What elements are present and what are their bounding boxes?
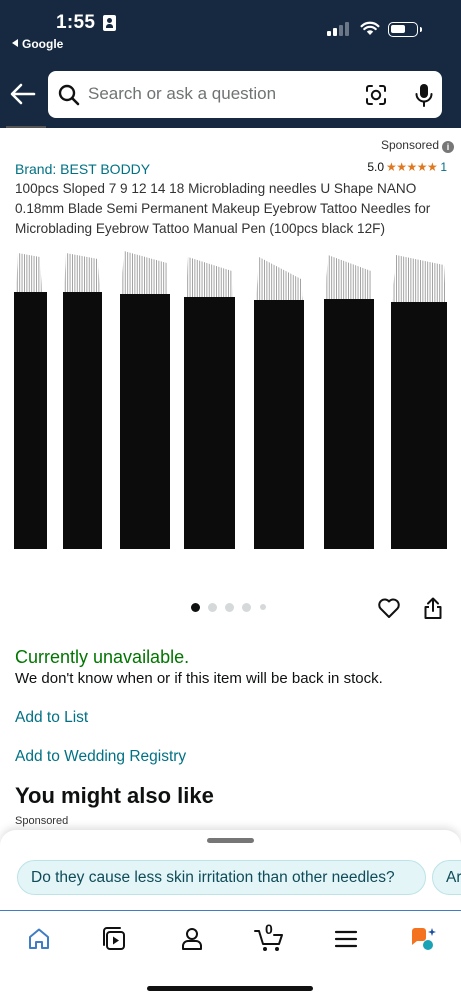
needle-1 bbox=[14, 253, 47, 549]
section-heading: You might also like bbox=[15, 783, 214, 808]
search-bar[interactable]: Search or ask a question bbox=[48, 71, 442, 118]
rating-value: 5.0 bbox=[367, 160, 385, 174]
needle-6 bbox=[324, 255, 374, 549]
add-to-registry-link[interactable]: Add to Wedding Registry bbox=[15, 748, 186, 766]
camera-lens-icon[interactable] bbox=[364, 83, 388, 107]
suggestion-chip[interactable]: Are bbox=[432, 860, 461, 895]
needle-2 bbox=[63, 253, 102, 549]
carousel-dot[interactable] bbox=[260, 604, 266, 610]
share-icon[interactable] bbox=[422, 596, 444, 620]
focus-id-icon bbox=[103, 15, 116, 31]
wifi-icon bbox=[360, 21, 380, 35]
carousel-dot[interactable] bbox=[191, 603, 200, 612]
search-icon bbox=[58, 84, 80, 106]
rufus-icon[interactable] bbox=[408, 925, 436, 953]
account-icon[interactable] bbox=[178, 925, 206, 953]
amazon-product-page: 1:55 Google Search or ask a question Spo… bbox=[0, 0, 461, 1000]
menu-icon[interactable] bbox=[332, 925, 360, 953]
product-image[interactable] bbox=[0, 245, 461, 560]
video-icon[interactable] bbox=[101, 925, 129, 953]
needle-7 bbox=[391, 255, 447, 549]
cellular-signal-icon bbox=[327, 22, 353, 36]
clipped-text-remnant bbox=[0, 126, 60, 132]
suggestion-chip[interactable]: Do they cause less skin irritation than … bbox=[17, 860, 426, 895]
back-to-app-link[interactable]: Google bbox=[12, 37, 63, 51]
info-icon[interactable]: i bbox=[442, 141, 454, 153]
heart-icon[interactable] bbox=[377, 597, 401, 619]
home-indicator[interactable] bbox=[147, 986, 313, 991]
app-header: 1:55 Google Search or ask a question bbox=[0, 0, 461, 128]
cart-count: 0 bbox=[265, 921, 273, 937]
cart-button[interactable]: 0 bbox=[253, 921, 287, 953]
battery-icon bbox=[388, 22, 422, 37]
add-to-list-link[interactable]: Add to List bbox=[15, 709, 88, 727]
needle-5 bbox=[254, 257, 304, 549]
rating-summary[interactable]: 5.0 ★★★★★ 1 bbox=[367, 160, 447, 174]
home-icon[interactable] bbox=[25, 925, 53, 953]
sheet-drag-handle[interactable] bbox=[207, 838, 254, 843]
back-triangle-icon bbox=[12, 39, 18, 47]
carousel-dot[interactable] bbox=[208, 603, 217, 612]
brand-link[interactable]: Brand: BEST BODDY bbox=[15, 161, 150, 177]
sponsored-label[interactable]: Sponsored i bbox=[381, 138, 454, 153]
microphone-icon[interactable] bbox=[412, 82, 436, 108]
availability-status: Currently unavailable. bbox=[15, 647, 190, 667]
needle-4 bbox=[184, 257, 235, 549]
back-app-label: Google bbox=[22, 37, 64, 51]
needle-3 bbox=[120, 251, 170, 549]
back-arrow-icon[interactable] bbox=[9, 80, 37, 108]
rating-count[interactable]: 1 bbox=[440, 160, 447, 174]
sponsored-text: Sponsored bbox=[380, 138, 439, 152]
search-input[interactable]: Search or ask a question bbox=[88, 84, 276, 104]
availability-note: We don't know when or if this item will … bbox=[15, 670, 383, 687]
status-time: 1:55 bbox=[56, 12, 96, 33]
star-rating-icon: ★★★★★ bbox=[386, 160, 438, 174]
carousel-dot[interactable] bbox=[225, 603, 234, 612]
product-title[interactable]: 100pcs Sloped 7 9 12 14 18 Microblading … bbox=[15, 179, 455, 239]
carousel-dot[interactable] bbox=[242, 603, 251, 612]
assistant-bottom-sheet: Do they cause less skin irritation than … bbox=[0, 830, 461, 915]
sponsored-label: Sponsored bbox=[15, 815, 69, 827]
